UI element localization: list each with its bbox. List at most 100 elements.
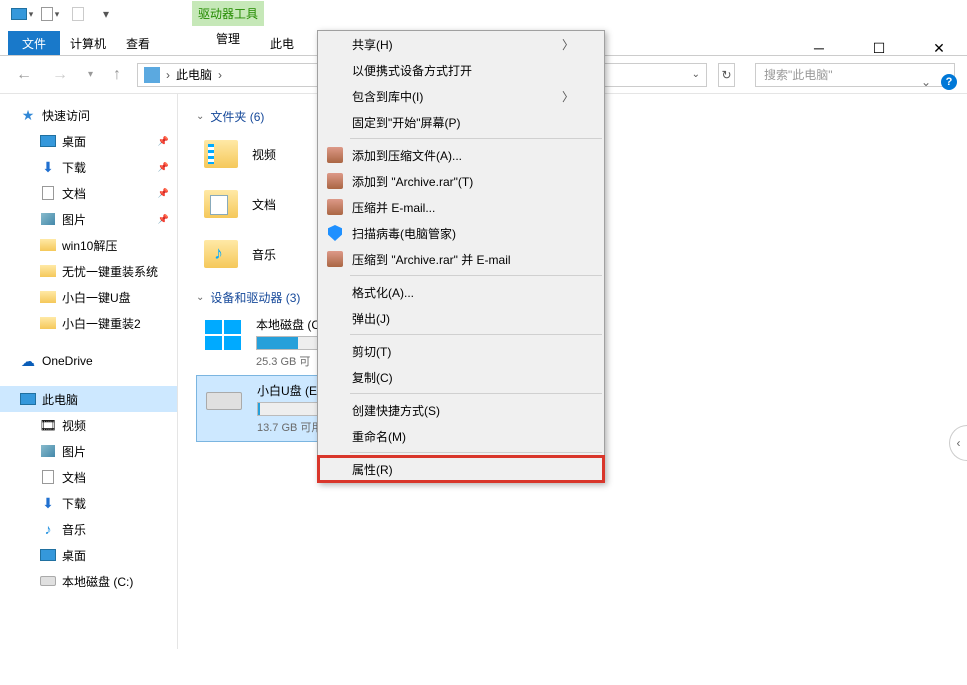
breadcrumb-dropdown-icon[interactable]: ⌄ [692,69,700,80]
download-icon: ⬇ [40,495,56,511]
pin-icon: 📌 [158,188,169,199]
sidebar-item-label: 文档 [62,185,86,202]
manage-tab[interactable]: 管理 [192,26,264,51]
expand-ribbon-icon[interactable]: ⌄ [921,75,931,89]
quick-access-toolbar: ▾ ▾ ▾ [8,0,120,28]
ctx-zip-email[interactable]: 压缩并 E-mail... [318,194,604,220]
file-tab[interactable]: 文件 [8,31,60,55]
ctx-label: 以便携式设备方式打开 [352,62,472,79]
qat-dropdown-icon[interactable]: ▾ [92,3,120,25]
ctx-add-archive[interactable]: 添加到压缩文件(A)... [318,142,604,168]
sidebar-item-local-disk[interactable]: 本地磁盘 (C:) [0,568,177,594]
chevron-right-icon: › [166,68,170,82]
sidebar-item-desktop[interactable]: 桌面 [0,542,177,568]
sidebar-item-pictures[interactable]: 图片📌 [0,206,177,232]
help-icon[interactable]: ? [941,74,957,90]
sidebar-item-music[interactable]: ♪音乐 [0,516,177,542]
pin-icon: 📌 [158,214,169,225]
ctx-label: 共享(H) [352,36,393,53]
ctx-label: 固定到"开始"屏幕(P) [352,114,461,131]
sidebar-item-desktop[interactable]: 桌面 📌 [0,128,177,154]
context-menu: 共享(H) 〉 以便携式设备方式打开 包含到库中(I)〉 固定到"开始"屏幕(P)… [317,30,605,483]
ctx-zip-rar-email[interactable]: 压缩到 "Archive.rar" 并 E-mail [318,246,604,272]
ctx-label: 扫描病毒(电脑管家) [352,225,456,242]
chevron-right-icon[interactable]: › [218,68,222,82]
ctx-label: 添加到压缩文件(A)... [352,147,462,164]
breadcrumb-location[interactable]: 此电脑 [176,66,212,83]
sidebar-item-folder[interactable]: 无忧一键重装系统 [0,258,177,284]
rar-icon [326,250,344,268]
sidebar-this-pc[interactable]: 此电脑 [0,386,177,412]
tile-label: 文档 [252,196,276,213]
sidebar-item-label: 下载 [62,495,86,512]
refresh-button[interactable]: ↻ [718,63,735,87]
view-tab[interactable]: 查看 [116,31,160,55]
sidebar-item-pictures[interactable]: 图片 [0,438,177,464]
sidebar-item-downloads[interactable]: ⬇ 下载 [0,490,177,516]
ctx-copy[interactable]: 复制(C) [318,364,604,390]
sidebar-quick-access[interactable]: ★快速访问 [0,102,177,128]
drive-tools-contextual: 驱动器工具 管理 [192,1,264,51]
submenu-arrow-icon: 〉 [562,88,574,105]
minimize-button[interactable]: ─ [799,36,839,60]
properties-icon[interactable]: ▾ [36,3,64,25]
rar-icon [326,146,344,164]
new-folder-icon[interactable] [64,3,92,25]
sidebar-item-downloads[interactable]: ⬇下载📌 [0,154,177,180]
drive-icon [40,573,56,589]
sidebar-item-documents[interactable]: 文档 [0,464,177,490]
ctx-eject[interactable]: 弹出(J) [318,305,604,331]
rar-icon [326,198,344,216]
close-button[interactable]: ✕ [919,36,959,60]
sidebar-item-folder[interactable]: 小白一键重装2 [0,310,177,336]
pin-icon: 📌 [158,136,169,147]
sidebar: ★快速访问 桌面📌 ⬇下载📌 文档📌 图片📌 win10解压 无忧一键重装系统 … [0,94,178,649]
separator [350,334,602,335]
ctx-rename[interactable]: 重命名(M) [318,423,604,449]
up-button[interactable]: ↑ [109,66,125,84]
ctx-portable[interactable]: 以便携式设备方式打开 [318,57,604,83]
submenu-arrow-icon: 〉 [562,36,574,53]
sidebar-item-documents[interactable]: 文档 📌 [0,180,177,206]
ctx-scan-virus[interactable]: 扫描病毒(电脑管家) [318,220,604,246]
tile-label: 音乐 [252,246,276,263]
folder-icon [202,135,240,173]
forward-button[interactable]: → [48,66,72,84]
sidebar-item-label: 无忧一键重装系统 [62,263,158,280]
ctx-format[interactable]: 格式化(A)... [318,279,604,305]
sidebar-item-label: 桌面 [62,133,86,150]
chevron-down-icon: ⌄ [196,111,204,122]
sidebar-item-folder[interactable]: win10解压 [0,232,177,258]
usb-drive-icon [203,382,245,420]
title-bar: ▾ ▾ ▾ [0,0,967,28]
ctx-label: 重命名(M) [352,428,406,445]
document-icon [40,185,56,201]
back-button[interactable]: ← [12,66,36,84]
ctx-include-library[interactable]: 包含到库中(I)〉 [318,83,604,109]
separator [350,275,602,276]
sidebar-item-folder[interactable]: 小白一键U盘 [0,284,177,310]
ctx-pin-start[interactable]: 固定到"开始"屏幕(P) [318,109,604,135]
folder-icon [40,289,56,305]
ctx-label: 属性(R) [352,461,393,478]
sidebar-item-videos[interactable]: 🎞视频 [0,412,177,438]
sidebar-onedrive[interactable]: ☁OneDrive [0,348,177,374]
ctx-label: 压缩并 E-mail... [352,199,435,216]
ctx-cut[interactable]: 剪切(T) [318,338,604,364]
sidebar-item-label: 图片 [62,443,86,460]
thispc-truncated: 此电 [260,31,304,55]
maximize-button[interactable]: ☐ [859,36,899,60]
pc-icon[interactable]: ▾ [8,3,36,25]
sidebar-item-label: 文档 [62,469,86,486]
separator [350,452,602,453]
ctx-create-shortcut[interactable]: 创建快捷方式(S) [318,397,604,423]
ctx-label: 创建快捷方式(S) [352,402,440,419]
ctx-label: 复制(C) [352,369,393,386]
ctx-add-rar[interactable]: 添加到 "Archive.rar"(T) [318,168,604,194]
ctx-properties[interactable]: 属性(R) [318,456,604,482]
sidebar-item-label: 本地磁盘 (C:) [62,573,133,590]
computer-tab[interactable]: 计算机 [60,31,116,55]
ctx-share[interactable]: 共享(H) 〉 [318,31,604,57]
recent-dropdown-icon[interactable]: ▾ [84,69,97,80]
star-icon: ★ [20,107,36,123]
